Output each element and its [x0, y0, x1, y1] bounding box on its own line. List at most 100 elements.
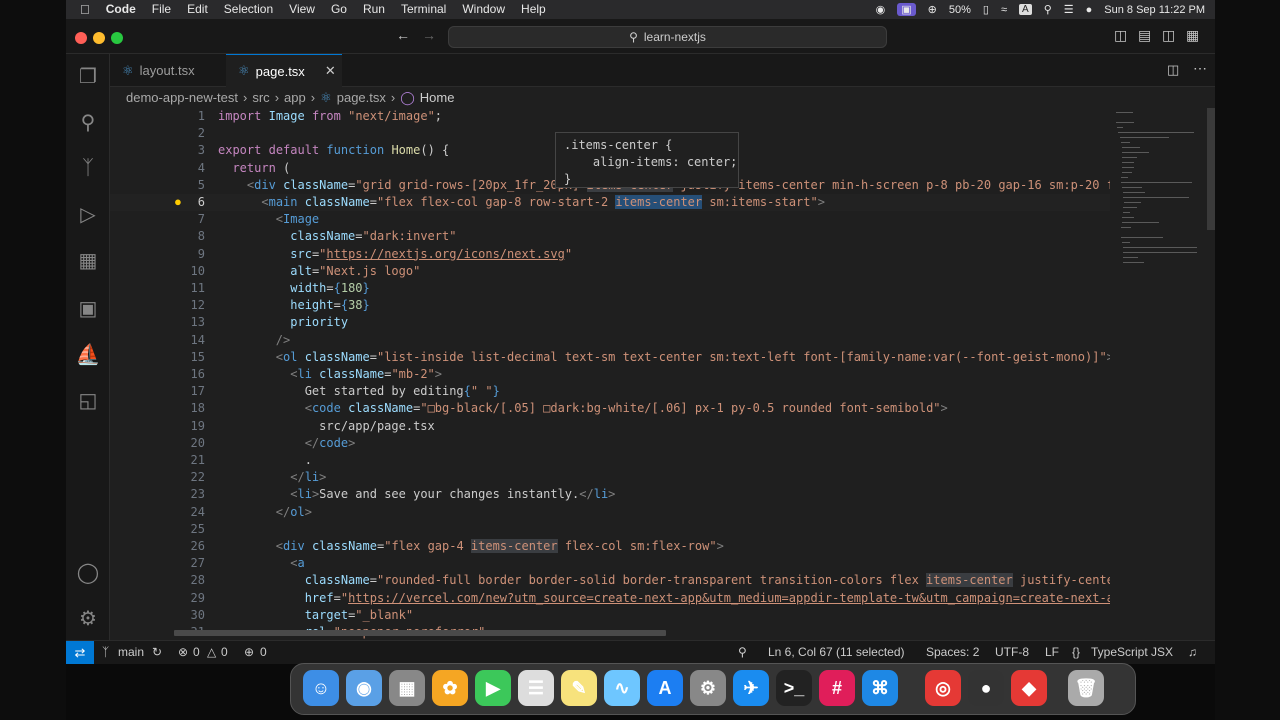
dock-app-store-icon[interactable]: A [647, 670, 683, 706]
dock-launchpad-icon[interactable]: ▦ [389, 670, 425, 706]
breadcrumb-item[interactable]: app [284, 90, 306, 105]
dock-anydesk-icon[interactable]: ◆ [1011, 670, 1047, 706]
code-line[interactable]: 22 </li> [110, 469, 1110, 486]
code-line[interactable]: 8 className="dark:invert" [110, 228, 1110, 245]
menu-edit[interactable]: Edit [179, 0, 216, 19]
more-actions-icon[interactable]: ⋯ [1193, 60, 1207, 77]
menu-run[interactable]: Run [355, 0, 393, 19]
warning-icon[interactable]: △ [207, 641, 216, 664]
code-line[interactable]: 17 Get started by editing{" "} [110, 383, 1110, 400]
code-line[interactable]: 29 href="https://vercel.com/new?utm_sour… [110, 590, 1110, 607]
command-center-search[interactable]: ⚲ learn-nextjs [448, 26, 887, 48]
breadcrumb-item[interactable]: src [252, 90, 269, 105]
battery-icon[interactable]: ▯ [983, 3, 989, 16]
dock-freeform-icon[interactable]: ∿ [604, 670, 640, 706]
code-line[interactable]: 18 <code className="□bg-black/[.05] □dar… [110, 400, 1110, 417]
code-line[interactable]: 10 alt="Next.js logo" [110, 263, 1110, 280]
code-line[interactable]: 13 priority [110, 314, 1110, 331]
cursor-position[interactable]: Ln 6, Col 67 (11 selected) [768, 641, 905, 664]
vertical-scrollbar[interactable] [1205, 108, 1215, 640]
control-center-icon[interactable]: ☰ [1064, 3, 1074, 16]
screen-record-icon[interactable]: ◉ [876, 3, 886, 16]
menu-file[interactable]: File [144, 0, 179, 19]
encoding[interactable]: UTF-8 [995, 641, 1029, 664]
ports-count[interactable]: 0 [260, 641, 267, 664]
code-line[interactable]: 15 <ol className="list-inside list-decim… [110, 349, 1110, 366]
project-manager-icon[interactable]: ◱ [74, 386, 102, 414]
code-line[interactable]: 28 className="rounded-full border border… [110, 572, 1110, 589]
language-mode[interactable]: TypeScript JSX [1091, 641, 1173, 664]
dock-chrome-icon[interactable]: ◎ [925, 670, 961, 706]
code-line[interactable]: 23 <li>Save and see your changes instant… [110, 486, 1110, 503]
run-debug-icon[interactable]: ▷ [74, 200, 102, 228]
remote-explorer-icon[interactable]: ▣ [74, 294, 102, 322]
tab-page-tsx[interactable]: ⚛ page.tsx ✕ [226, 54, 342, 87]
search-view-icon[interactable]: ⚲ [74, 108, 102, 136]
accounts-icon[interactable]: ◯ [74, 558, 102, 586]
code-line[interactable]: 12 height={38} [110, 297, 1110, 314]
toggle-panel-icon[interactable]: ▤ [1138, 27, 1151, 44]
dock-vs-code-icon[interactable]: ⌘ [862, 670, 898, 706]
breadcrumb-item[interactable]: page.tsx [337, 90, 386, 105]
end-of-line[interactable]: LF [1045, 641, 1059, 664]
siri-icon[interactable]: ● [1086, 4, 1093, 16]
keyboard-input-icon[interactable]: A [1019, 4, 1032, 15]
spotlight-icon[interactable]: ⚲ [1044, 3, 1052, 16]
menu-app-name[interactable]: Code [98, 0, 144, 19]
lightbulb-icon[interactable]: ● [174, 194, 182, 209]
datetime[interactable]: Sun 8 Sep 11:22 PM [1104, 4, 1205, 16]
dock-finder-icon[interactable]: ☺ [303, 670, 339, 706]
code-line[interactable]: 21 . [110, 452, 1110, 469]
dock-facetime-icon[interactable]: ▶ [475, 670, 511, 706]
menu-window[interactable]: Window [454, 0, 513, 19]
code-line[interactable]: 25 [110, 521, 1110, 538]
remote-indicator-icon[interactable]: ⇄ [66, 641, 94, 664]
branch-icon[interactable]: ᛉ [102, 641, 109, 664]
dock-system-settings-icon[interactable]: ⚙ [690, 670, 726, 706]
braces-icon[interactable]: {} [1072, 641, 1080, 664]
dock-obs-icon[interactable]: ● [968, 670, 1004, 706]
sync-icon[interactable]: ↻ [152, 641, 162, 664]
code-line[interactable]: 30 target="_blank" [110, 607, 1110, 624]
zoom-icon[interactable]: ⚲ [738, 641, 747, 664]
error-count[interactable]: 0 [193, 641, 200, 664]
minimap[interactable] [1110, 108, 1205, 640]
minimize-window-button[interactable] [93, 32, 105, 44]
indentation[interactable]: Spaces: 2 [926, 641, 979, 664]
breadcrumb-item[interactable]: demo-app-new-test [126, 90, 238, 105]
source-control-icon[interactable]: ᛉ [74, 154, 102, 182]
explorer-icon[interactable]: ❐ [74, 62, 102, 90]
code-line[interactable]: 20 </code> [110, 435, 1110, 452]
code-line[interactable]: 16 <li className="mb-2"> [110, 366, 1110, 383]
split-editor-icon[interactable]: ◫ [1167, 62, 1179, 78]
code-line[interactable]: 7 <Image [110, 211, 1110, 228]
menu-selection[interactable]: Selection [216, 0, 281, 19]
dock-trash-icon[interactable]: 🗑 [1068, 670, 1104, 706]
dock-slack-icon[interactable]: # [819, 670, 855, 706]
notifications-bell-icon[interactable]: ♫ [1188, 641, 1197, 664]
back-arrow-icon[interactable]: ← [396, 27, 410, 43]
ports-icon[interactable]: ⊕ [244, 641, 254, 664]
menu-go[interactable]: Go [323, 0, 355, 19]
tab-layout-tsx[interactable]: ⚛ layout.tsx [110, 54, 226, 87]
code-line[interactable]: 11 width={180} [110, 280, 1110, 297]
close-tab-icon[interactable]: ✕ [325, 63, 336, 79]
code-line[interactable]: 24 </ol> [110, 504, 1110, 521]
dock-notes-icon[interactable]: ✎ [561, 670, 597, 706]
breadcrumb-item[interactable]: Home [420, 90, 455, 105]
customize-layout-icon[interactable]: ▦ [1186, 27, 1199, 44]
scrollbar-thumb[interactable] [1207, 108, 1215, 230]
code-line[interactable]: 1 import Image from "next/image"; [110, 108, 1110, 125]
dock-reminders-icon[interactable]: ☰ [518, 670, 554, 706]
code-line[interactable]: 9 src="https://nextjs.org/icons/next.svg… [110, 246, 1110, 263]
code-line[interactable]: 6 <main className="flex flex-col gap-8 r… [110, 194, 1110, 212]
screen-share-icon[interactable]: ▣ [897, 3, 916, 16]
menu-terminal[interactable]: Terminal [393, 0, 454, 19]
docker-icon[interactable]: ⛵ [74, 340, 102, 368]
toggle-secondary-sidebar-icon[interactable]: ◫ [1162, 27, 1175, 44]
dock-photos-icon[interactable]: ✿ [432, 670, 468, 706]
branch-name[interactable]: main [118, 641, 144, 664]
toggle-primary-sidebar-icon[interactable]: ◫ [1114, 27, 1127, 44]
code-line[interactable]: 26 <div className="flex gap-4 items-cent… [110, 538, 1110, 555]
dock-safari-icon[interactable]: ◉ [346, 670, 382, 706]
